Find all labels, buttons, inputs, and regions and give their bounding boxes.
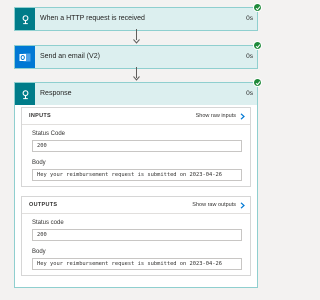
- status-code-field[interactable]: 200: [32, 140, 242, 152]
- status-code-label: Status Code: [32, 131, 66, 137]
- status-code-label: Status code: [32, 220, 64, 226]
- chevron-right-icon[interactable]: [240, 202, 245, 209]
- arrow-down-icon: [133, 76, 140, 81]
- success-check-icon: [253, 41, 262, 50]
- response-icon: [15, 83, 35, 105]
- outputs-header[interactable]: OUTPUTS Show raw outputs: [22, 197, 250, 214]
- step-http-trigger[interactable]: When a HTTP request is received 0s: [14, 3, 262, 31]
- show-raw-outputs-link[interactable]: Show raw outputs: [192, 197, 236, 213]
- status-code-field[interactable]: 200: [32, 229, 242, 241]
- step-title: Send an email (V2): [40, 53, 100, 60]
- inputs-title: INPUTS: [29, 113, 51, 119]
- step-title: Response: [40, 90, 72, 97]
- body-label: Body: [32, 249, 46, 255]
- success-check-icon: [253, 3, 262, 12]
- inputs-header[interactable]: INPUTS Show raw inputs: [22, 108, 250, 125]
- outputs-title: OUTPUTS: [29, 202, 58, 208]
- body-label: Body: [32, 160, 46, 166]
- http-trigger-icon: [15, 8, 35, 30]
- inputs-card: INPUTS Show raw inputs Status Code 200 B…: [21, 107, 251, 187]
- step-title: When a HTTP request is received: [40, 15, 145, 22]
- body-field[interactable]: Hey your reimbursement request is submit…: [32, 169, 242, 181]
- arrow-down-icon: [133, 39, 140, 44]
- success-check-icon: [253, 78, 262, 87]
- chevron-right-icon[interactable]: [240, 113, 245, 120]
- body-field[interactable]: Hey your reimbursement request is submit…: [32, 258, 242, 270]
- outlook-icon: [15, 46, 35, 68]
- outputs-card: OUTPUTS Show raw outputs Status code 200…: [21, 196, 251, 276]
- step-send-email[interactable]: Send an email (V2) 0s: [14, 41, 262, 69]
- show-raw-inputs-link[interactable]: Show raw inputs: [196, 108, 236, 124]
